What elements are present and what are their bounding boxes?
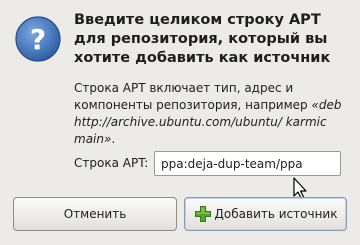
svg-text:?: ? — [30, 23, 46, 56]
description-suffix: . — [111, 132, 116, 146]
cancel-button-label: Отменить — [63, 207, 127, 221]
description-text: Строка APT включает тип, адрес и компоне… — [74, 81, 312, 112]
add-source-button-label: Добавить источник — [214, 207, 338, 221]
apt-line-input[interactable] — [154, 151, 341, 176]
dialog-description: Строка APT включает тип, адрес и компоне… — [74, 80, 352, 148]
cancel-button[interactable]: Отменить — [13, 197, 177, 231]
apt-line-label: Строка APT: — [74, 156, 149, 170]
dialog-title: Введите целиком строку APT для репозитор… — [74, 12, 331, 66]
question-icon: ? — [15, 16, 61, 62]
plus-icon — [194, 206, 211, 222]
add-source-button[interactable]: Добавить источник — [184, 197, 347, 231]
